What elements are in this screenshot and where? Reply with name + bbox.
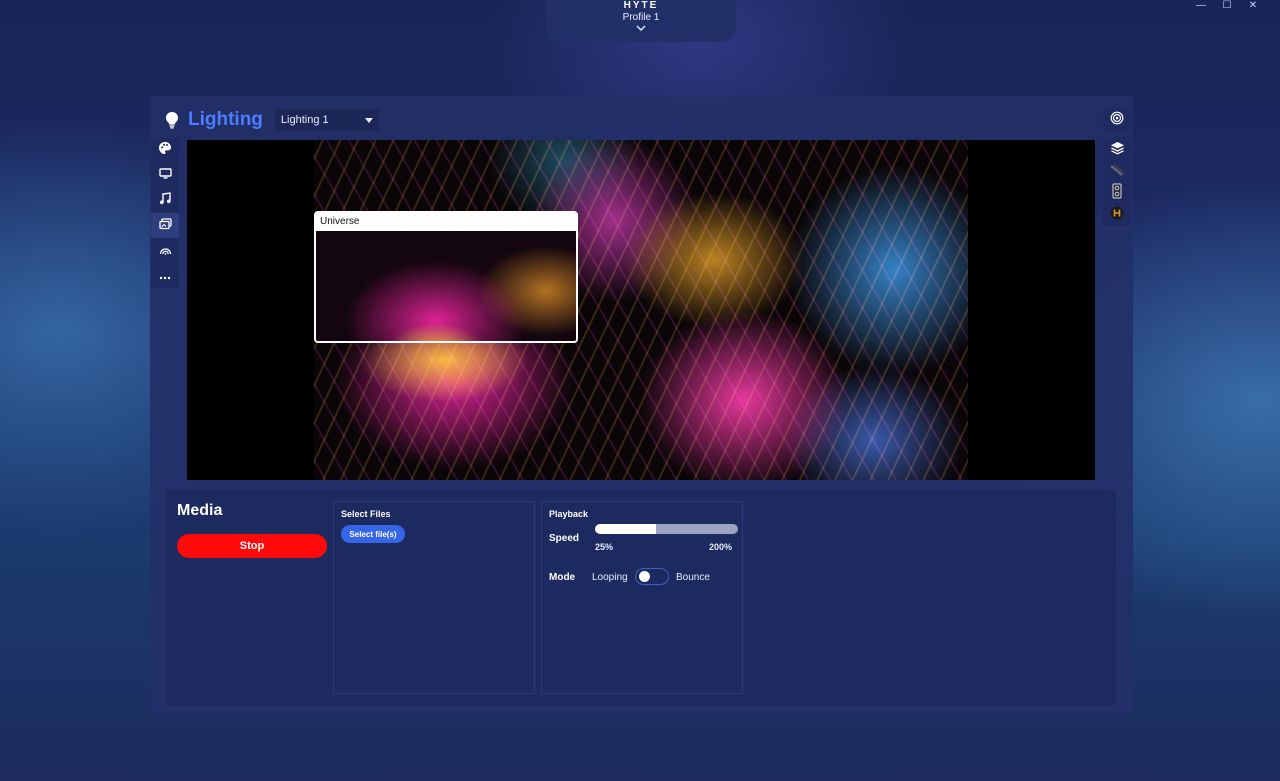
speed-slider-fill <box>595 524 657 534</box>
hyte-h-icon <box>1110 206 1124 225</box>
nav-more[interactable] <box>151 263 179 288</box>
page-title: Lighting <box>188 109 263 130</box>
nav-color[interactable] <box>151 138 179 163</box>
speed-max-label: 200% <box>709 542 733 552</box>
mode-bounce-label: Bounce <box>676 572 710 583</box>
device-all-layers[interactable] <box>1103 140 1131 162</box>
close-button[interactable]: ✕ <box>1240 0 1266 14</box>
preview-window-title: Universe <box>316 213 576 231</box>
fan-device-icon <box>1112 183 1122 204</box>
palette-icon <box>158 141 172 160</box>
select-files-card: Select Files Select file(s) <box>333 501 535 694</box>
layers-icon <box>1110 141 1125 160</box>
dropdown-value: Lighting 1 <box>280 114 329 126</box>
playback-card: Playback Speed 25% 200% Mode Looping Bou… <box>541 501 743 694</box>
monitor-icon <box>158 167 172 185</box>
target-icon <box>1110 111 1124 130</box>
device-strip[interactable] <box>1103 162 1131 184</box>
stop-button[interactable]: Stop <box>177 534 327 558</box>
caret-down-icon <box>364 117 373 123</box>
profile-selector[interactable]: HYTE Profile 1 <box>546 0 736 42</box>
left-nav <box>151 138 179 288</box>
device-nav <box>1103 138 1131 226</box>
ambient-icon <box>159 242 172 260</box>
speed-min-label: 25% <box>595 542 614 552</box>
media-settings: Media Stop Select Files Select file(s) P… <box>166 490 1116 706</box>
preview-window-content <box>316 231 576 341</box>
lightbulb-icon <box>162 110 182 130</box>
select-files-button[interactable]: Select file(s) <box>341 525 405 543</box>
media-heading: Media <box>177 502 223 519</box>
profile-name: Profile 1 <box>622 12 660 23</box>
speed-label: Speed <box>549 533 580 544</box>
toggle-knob <box>639 571 650 582</box>
mode-label: Mode <box>549 572 576 583</box>
nav-media[interactable] <box>151 213 179 238</box>
device-hyte[interactable] <box>1103 205 1131 227</box>
lighting-preview[interactable]: Universe <box>187 140 1095 480</box>
chevron-down-icon[interactable] <box>636 25 646 35</box>
lighting-profile-dropdown[interactable]: Lighting 1 <box>274 109 379 131</box>
preview-window[interactable]: Universe <box>314 211 578 343</box>
window-controls: — ☐ ✕ <box>1188 0 1266 14</box>
nav-ambient[interactable] <box>151 238 179 263</box>
more-icon <box>159 267 171 285</box>
maximize-button[interactable]: ☐ <box>1214 0 1240 14</box>
select-files-title: Select Files <box>341 509 391 519</box>
minimize-button[interactable]: — <box>1188 0 1214 14</box>
mode-looping-label: Looping <box>592 572 628 583</box>
device-fan[interactable] <box>1103 183 1131 205</box>
media-icon <box>158 217 172 235</box>
music-icon <box>159 191 171 210</box>
nav-screen[interactable] <box>151 163 179 188</box>
speed-slider[interactable] <box>595 524 738 534</box>
strip-icon <box>1109 163 1125 181</box>
hyte-logo: HYTE <box>623 0 659 11</box>
sync-button[interactable] <box>1103 109 1131 131</box>
lighting-panel: Lighting Lighting 1 Universe Media Stop … <box>150 96 1133 718</box>
panel-header: Lighting Lighting 1 <box>162 108 379 132</box>
mode-toggle[interactable] <box>635 568 669 585</box>
nav-audio[interactable] <box>151 188 179 213</box>
playback-title: Playback <box>549 509 589 519</box>
